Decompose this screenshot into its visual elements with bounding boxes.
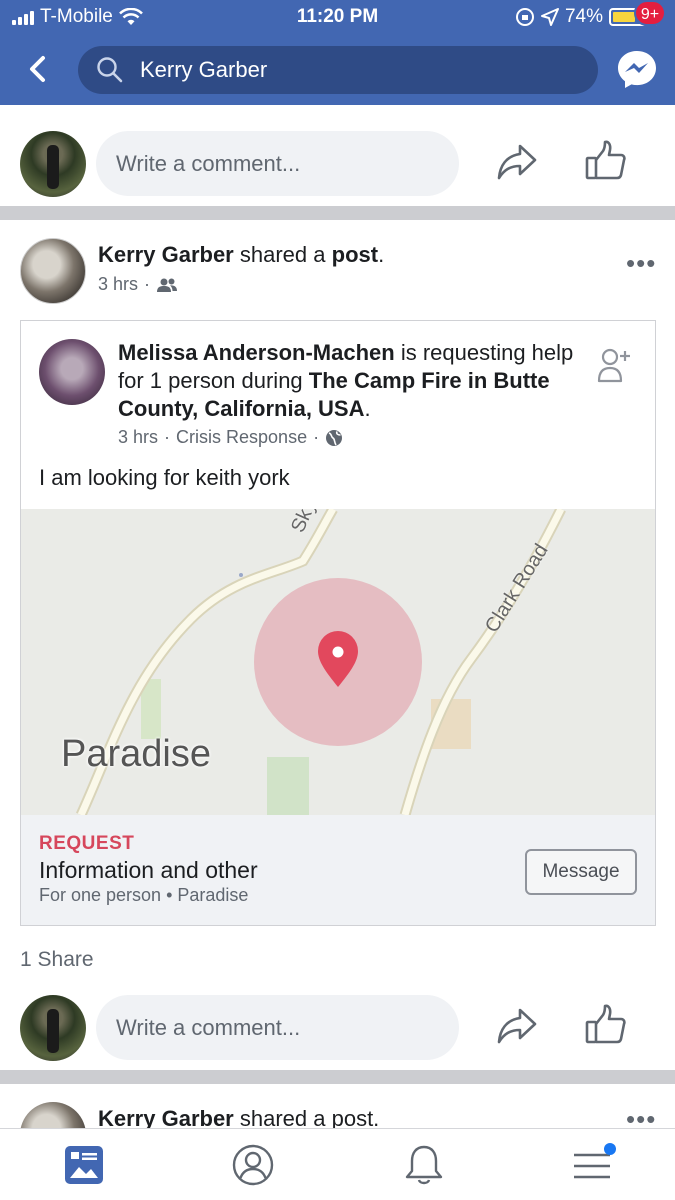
post-header: Kerry Garber shared a post. 3 hrs · •••: [0, 232, 675, 307]
notifications-icon[interactable]: [402, 1143, 446, 1187]
request-subtitle: For one person • Paradise: [39, 885, 249, 905]
avatar[interactable]: [20, 238, 86, 304]
messenger-icon[interactable]: [614, 46, 660, 92]
comment-input[interactable]: Write a comment...: [96, 131, 459, 196]
menu-notification-dot: [604, 1143, 616, 1155]
friends-icon: [157, 278, 178, 292]
bottom-tab-bar: [0, 1128, 675, 1200]
back-icon[interactable]: [24, 54, 54, 84]
feed-divider: [0, 1070, 675, 1084]
request-panel: REQUEST Information and other For one pe…: [21, 815, 655, 925]
navigation-bar: [0, 40, 675, 100]
orientation-lock-icon: [515, 8, 534, 26]
post-title: Kerry Garber shared a post.: [98, 242, 385, 267]
request-title: Information and other: [39, 857, 258, 883]
author-link[interactable]: Kerry Garber: [98, 242, 234, 267]
status-bar: T-Mobile 11:20 PM 74%: [0, 0, 675, 36]
share-icon[interactable]: [496, 142, 538, 182]
search-input[interactable]: [140, 57, 560, 83]
avatar[interactable]: [20, 131, 86, 197]
globe-icon: [326, 429, 343, 446]
messenger-badge: 9+: [634, 0, 666, 26]
shared-post-card[interactable]: Melissa Anderson-Machen is requesting he…: [20, 320, 656, 926]
shared-post-meta: 3 hrs · Crisis Response ·: [118, 427, 343, 448]
avatar[interactable]: [39, 339, 105, 405]
source-link[interactable]: Crisis Response: [176, 427, 307, 448]
shared-post-title: Melissa Anderson-Machen is requesting he…: [118, 340, 574, 421]
search-icon: [97, 57, 123, 83]
top-bar: T-Mobile 11:20 PM 74% Kerry Garber 9+: [0, 0, 675, 105]
post-body-text: I am looking for keith york: [39, 465, 290, 490]
profile-icon[interactable]: [231, 1143, 275, 1187]
shared-author-link[interactable]: Melissa Anderson-Machen: [118, 340, 395, 365]
share-count[interactable]: 1 Share: [20, 948, 94, 972]
location-icon: [540, 8, 559, 26]
share-icon[interactable]: [496, 1006, 538, 1046]
shared-post-time[interactable]: 3 hrs: [118, 427, 158, 448]
add-friend-icon[interactable]: [597, 347, 631, 383]
battery-percent: 74%: [564, 6, 603, 27]
like-icon[interactable]: [584, 138, 628, 182]
comment-row: Write a comment...: [0, 988, 675, 1068]
search-bar[interactable]: [78, 46, 598, 94]
post-link[interactable]: post: [332, 242, 378, 267]
post-action: shared a: [239, 242, 326, 267]
news-feed-icon[interactable]: [62, 1143, 106, 1187]
post-time[interactable]: 3 hrs: [98, 274, 138, 295]
more-options-icon[interactable]: •••: [626, 248, 656, 279]
message-button[interactable]: Message: [525, 849, 637, 895]
comment-input[interactable]: Write a comment...: [96, 995, 459, 1060]
location-map[interactable]: Paradise Skyw Clark Road: [21, 509, 655, 815]
comment-row: Write a comment...: [0, 124, 675, 204]
map-place-label: Paradise: [61, 733, 211, 775]
like-icon[interactable]: [584, 1002, 628, 1046]
feed-divider: [0, 206, 675, 220]
request-label: REQUEST: [39, 833, 135, 854]
avatar[interactable]: [20, 995, 86, 1061]
post-meta: 3 hrs ·: [98, 274, 178, 295]
